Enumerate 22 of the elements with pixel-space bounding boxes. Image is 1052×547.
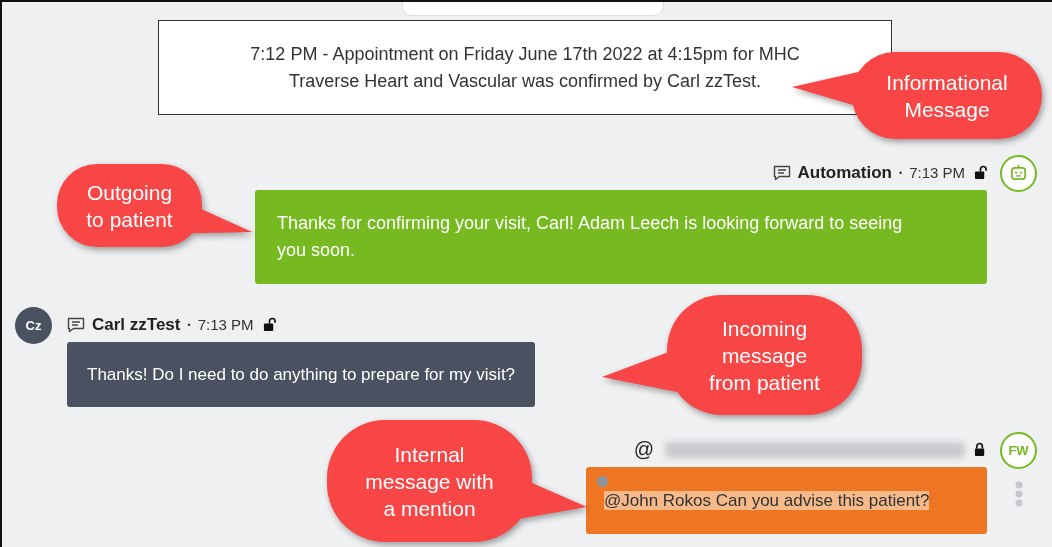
message-time: 7:13 PM [909, 164, 965, 181]
sender-name: Automation [797, 162, 892, 183]
message-text: Thanks for confirming your visit, Carl! Adam Leech is looking forward to seeing you soon. [277, 213, 903, 260]
message-text: @John Rokos Can you advise this patient? [604, 491, 930, 510]
message-time: 7:13 PM [197, 316, 254, 333]
callout-text: Internal message with a mention [364, 441, 495, 522]
callout-text: Outgoing to patient [85, 179, 174, 233]
callout-text: Informational Message [885, 69, 1009, 123]
bot-icon [1009, 164, 1028, 183]
more-menu-icon[interactable] [1014, 481, 1023, 507]
avatar: FW [1000, 432, 1037, 469]
mention-symbol: @ [633, 438, 654, 461]
callout-text: Incoming message from patient [708, 315, 821, 396]
chat-icon [67, 316, 85, 333]
cursor-handle [597, 476, 608, 487]
message-text: Thanks! Do I need to do anything to prepare for my visit? [87, 365, 516, 384]
sender-name: Carl zzTest [92, 314, 181, 335]
avatar: Cz [15, 307, 52, 344]
chat-icon [772, 164, 791, 181]
info-message-text: 7:12 PM - Appointment on Friday June 17th 2022 at 4:15pm for MHC Traverse Heart and Vascular was confirmed by Carl zzTest. [249, 42, 801, 93]
separator: • [187, 319, 191, 330]
separator: • [898, 167, 903, 178]
